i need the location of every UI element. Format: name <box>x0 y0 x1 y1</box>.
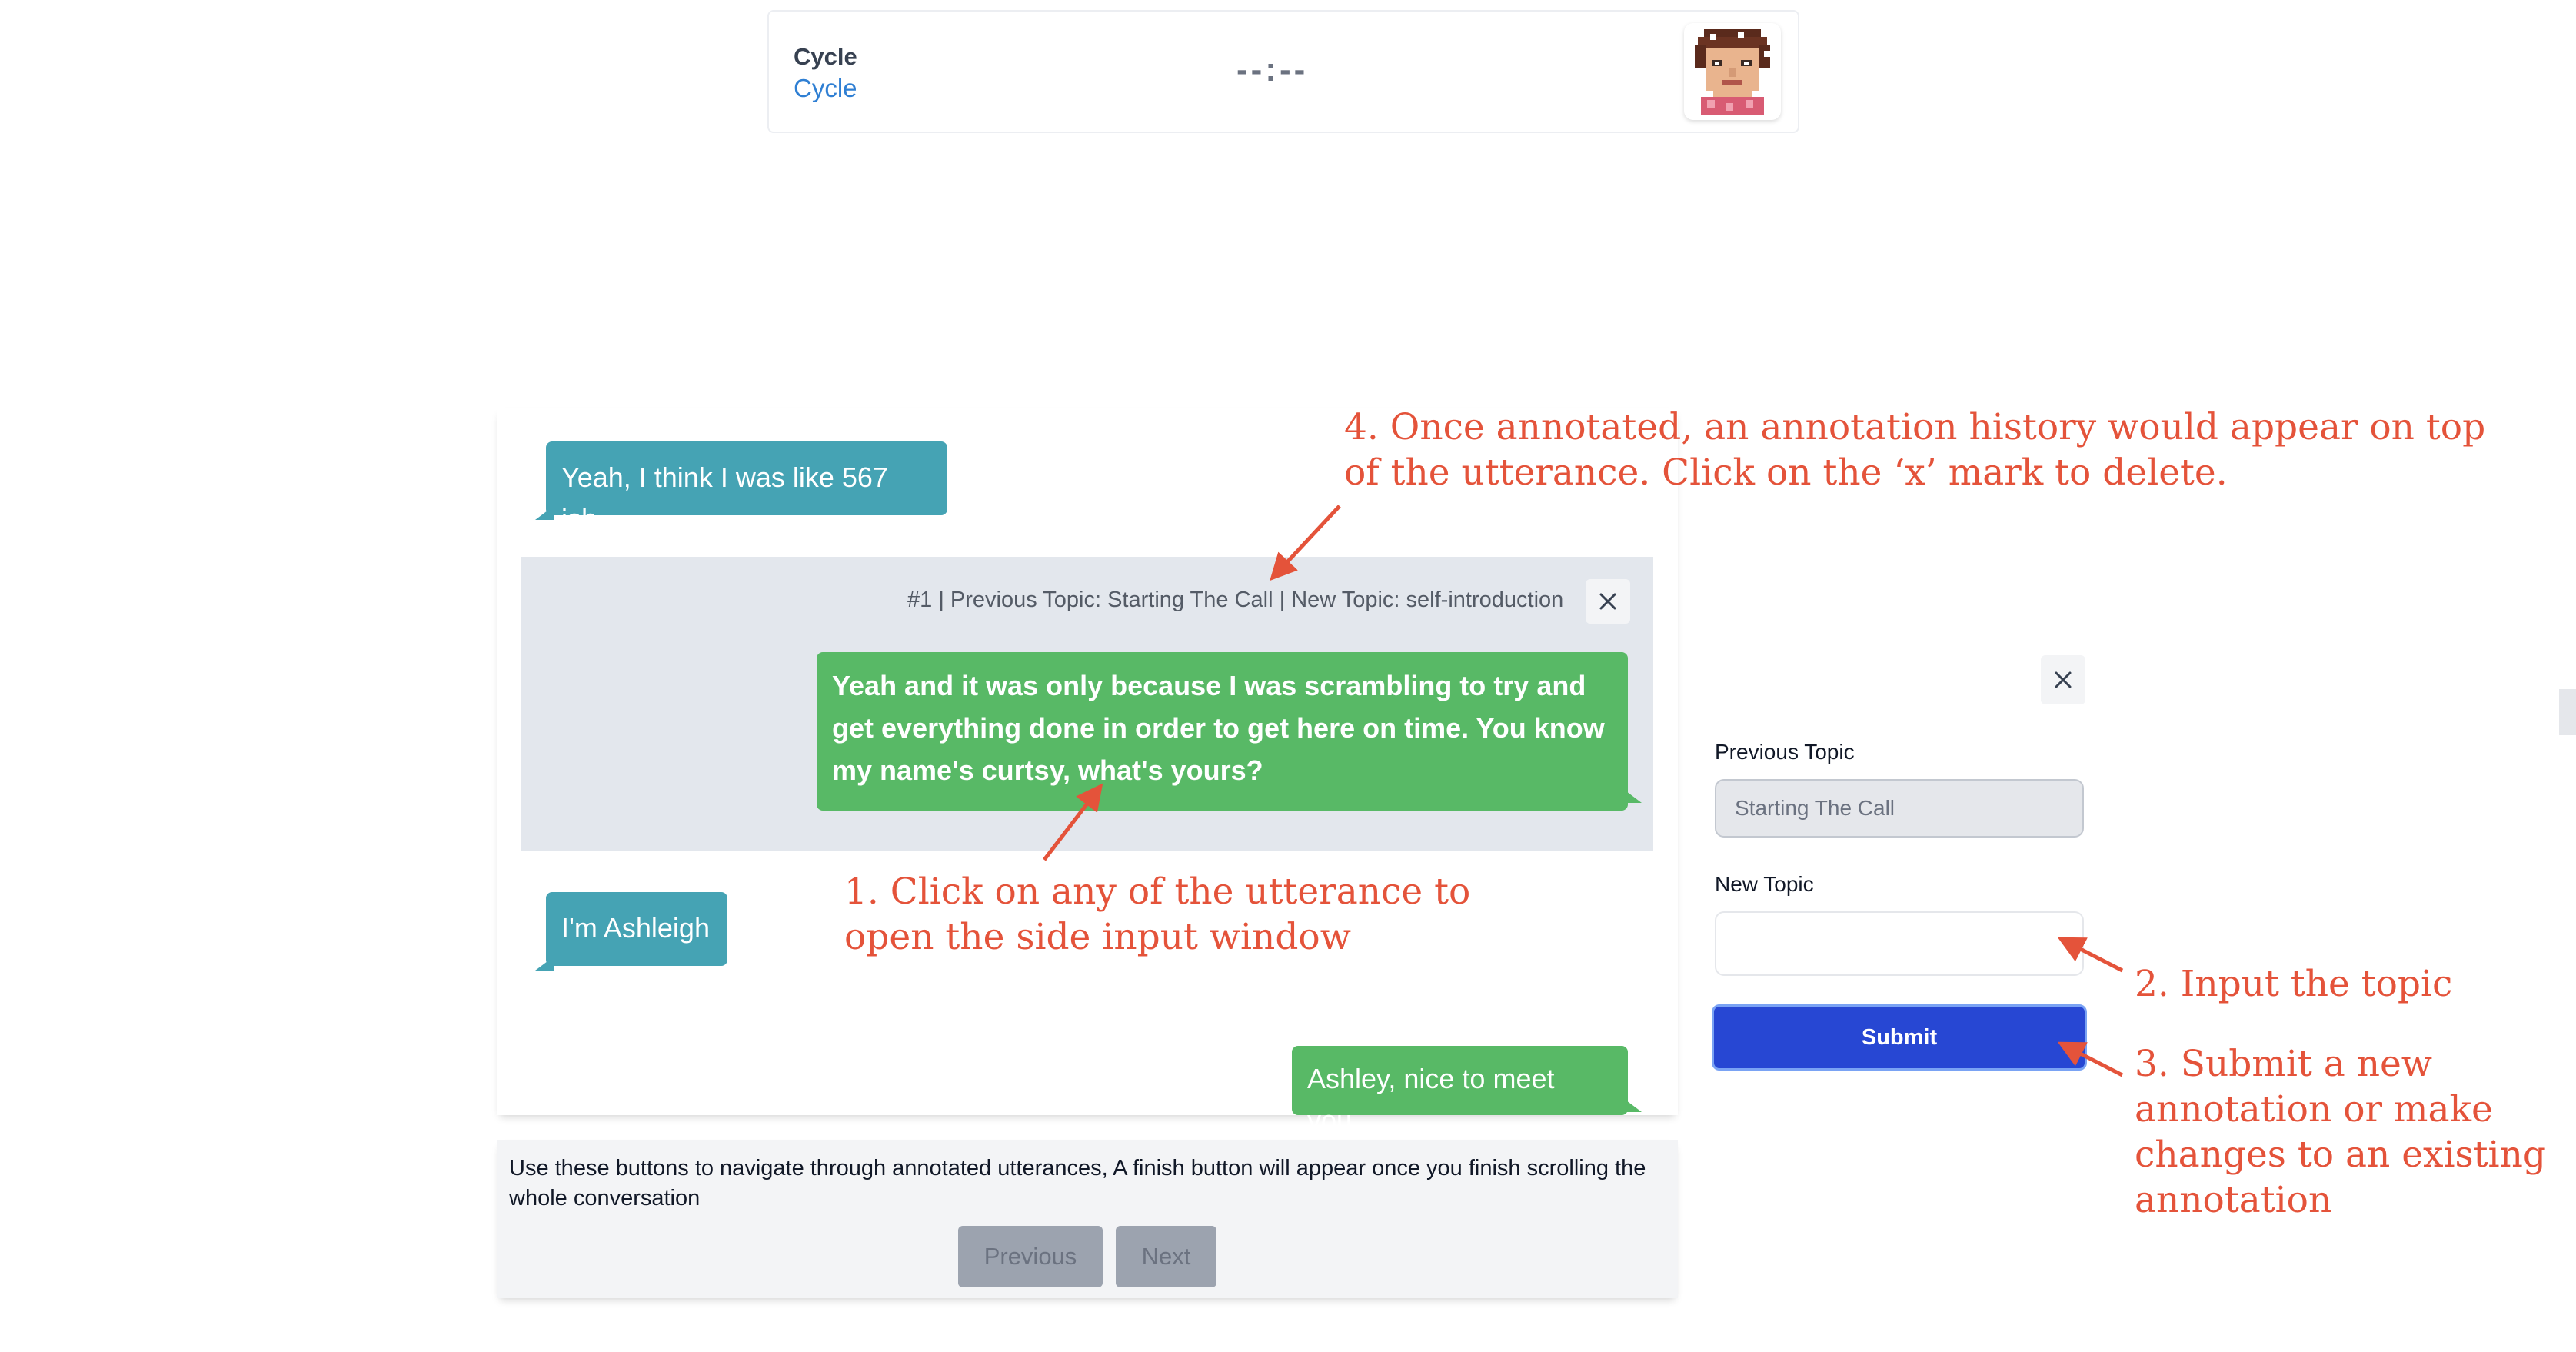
navigation-instruction: Use these buttons to navigate through an… <box>509 1156 1646 1210</box>
close-icon <box>2055 671 2072 688</box>
new-topic-label: New Topic <box>1715 872 1814 896</box>
instruction-note-2: 2. Input the topic <box>2135 963 2453 1005</box>
previous-topic-label: Previous Topic <box>1715 740 1855 764</box>
bubble-tail <box>535 957 554 971</box>
bubble-tail <box>1623 789 1642 803</box>
utterance-4[interactable]: Ashley, nice to meet you. <box>1292 1046 1642 1136</box>
utterance-2[interactable]: Yeah and it was only because I was scram… <box>817 652 1642 811</box>
annotation-history: #1 | Previous Topic: Starting The Call |… <box>907 588 1564 612</box>
header-title: Cycle <box>794 43 857 70</box>
close-icon <box>1599 593 1616 610</box>
note-line: changes to an existing <box>2135 1134 2546 1176</box>
scrollbar[interactable] <box>2559 689 2576 735</box>
utterance-text: I'm Ashleigh <box>561 912 710 944</box>
previous-topic-field <box>1715 779 2084 838</box>
timer: --:-- <box>1236 51 1309 88</box>
previous-button[interactable]: Previous <box>958 1226 1103 1287</box>
note-line: annotation or make <box>2135 1088 2493 1131</box>
note-line: annotation <box>2135 1179 2332 1221</box>
submit-button[interactable]: Submit <box>1712 1004 2087 1071</box>
avatar <box>1684 23 1781 120</box>
note-line: 4. Once annotated, an annotation history… <box>1344 406 2486 448</box>
delete-annotation-button[interactable] <box>1586 579 1630 624</box>
note-line: of the utterance. Click on the ‘x’ mark … <box>1344 451 2228 494</box>
note-line: 3. Submit a new <box>2135 1043 2433 1085</box>
next-button[interactable]: Next <box>1116 1226 1216 1287</box>
utterance-text: Ashley, nice to meet you. <box>1307 1063 1555 1136</box>
instruction-note-3: 3. Submit a new annotation or make chang… <box>2135 1041 2546 1223</box>
close-side-panel-button[interactable] <box>2041 655 2085 704</box>
utterance-1[interactable]: Yeah, I think I was like 567 ish, <box>535 441 947 534</box>
note-line: open the side input window <box>844 916 1351 958</box>
utterance-text: Yeah and it was only because I was scram… <box>832 670 1605 786</box>
utterance-3[interactable]: I'm Ashleigh <box>535 892 727 971</box>
pixel-avatar-icon <box>1695 29 1770 115</box>
new-topic-input[interactable] <box>1715 911 2084 976</box>
instruction-note-1: 1. Click on any of the utterance to open… <box>844 869 1470 960</box>
instruction-note-4: 4. Once annotated, an annotation history… <box>1344 405 2485 495</box>
header-subtitle: Cycle <box>794 74 857 102</box>
bubble-tail <box>1623 1098 1642 1112</box>
bubble-tail <box>535 506 554 520</box>
note-line: 1. Click on any of the utterance to <box>844 871 1471 913</box>
